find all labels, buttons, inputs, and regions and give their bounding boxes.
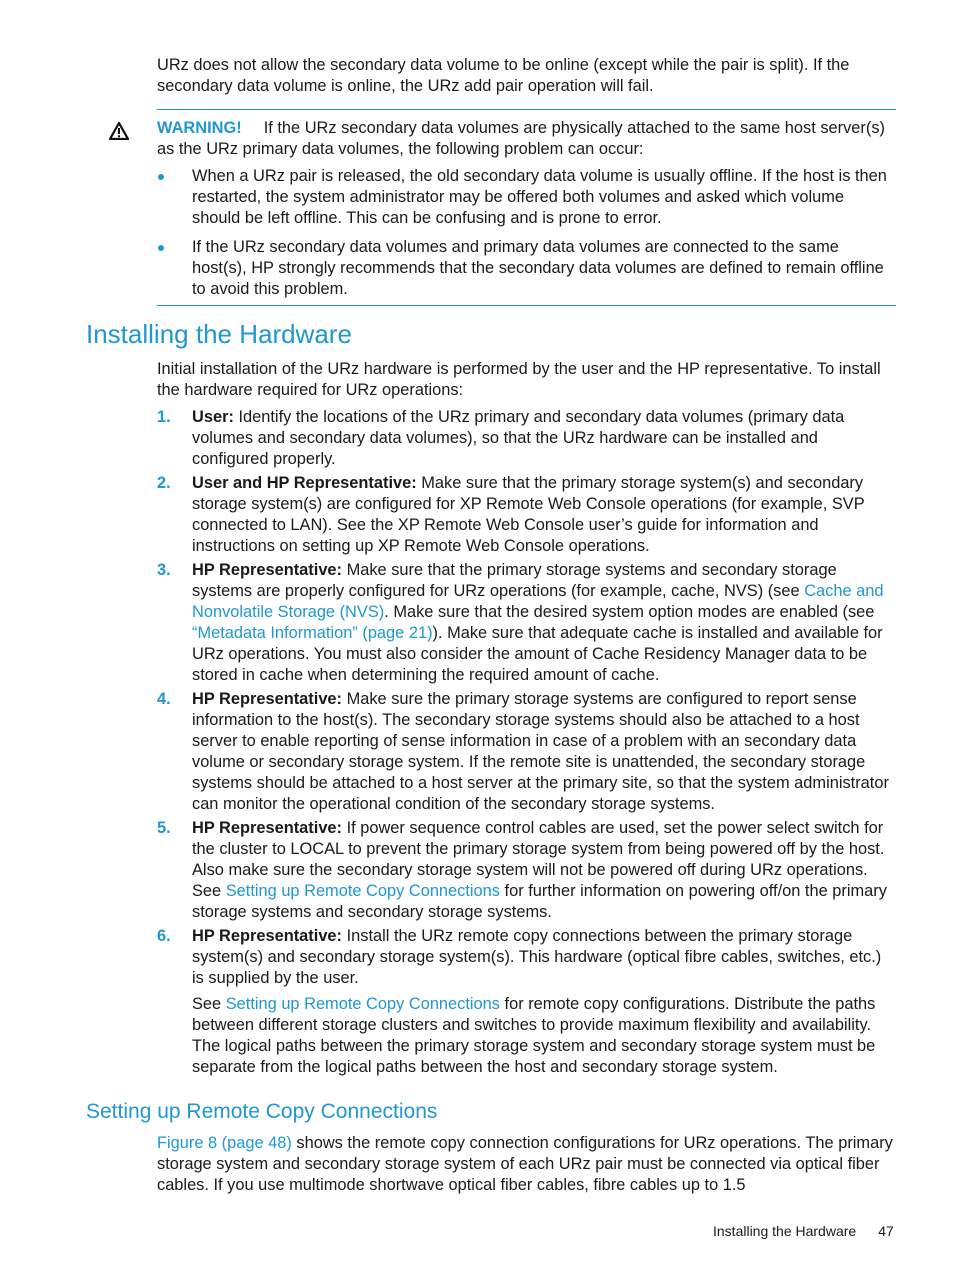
step-item: 2. User and HP Representative: Make sure…	[157, 474, 865, 555]
warning-bullet-list: When a URz pair is released, the old sec…	[157, 166, 896, 300]
bullet-icon	[158, 174, 164, 180]
page-footer: Installing the Hardware 47	[713, 1222, 894, 1240]
list-item: When a URz pair is released, the old sec…	[157, 166, 896, 229]
section-intro: Initial installation of the URz hardware…	[157, 360, 881, 399]
remote-copy-connections-link[interactable]: Setting up Remote Copy Connections	[226, 882, 500, 900]
intro-paragraph: URz does not allow the secondary data vo…	[157, 56, 850, 95]
step-item: 4. HP Representative: Make sure the prim…	[157, 690, 889, 813]
document-page: URz does not allow the secondary data vo…	[0, 0, 954, 1271]
step-item: 1. User: Identify the locations of the U…	[157, 408, 845, 468]
step-item: 6. HP Representative: Install the URz re…	[157, 926, 897, 1078]
page-number: 47	[878, 1223, 894, 1239]
step-note: See Setting up Remote Copy Connections f…	[192, 995, 876, 1076]
metadata-information-link[interactable]: “Metadata Information” (page 21)	[192, 624, 433, 642]
section-heading: Installing the Hardware	[86, 319, 352, 349]
bullet-icon	[158, 245, 164, 251]
footer-section-title: Installing the Hardware	[713, 1223, 857, 1239]
step-item: 5. HP Representative: If power sequence …	[157, 819, 887, 921]
installation-steps: 1. User: Identify the locations of the U…	[157, 407, 897, 1081]
remote-copy-connections-link[interactable]: Setting up Remote Copy Connections	[226, 995, 500, 1013]
warning-callout: WARNING! If the URz secondary data volume…	[109, 109, 896, 306]
step-item: 3. HP Representative: Make sure that the…	[157, 561, 884, 684]
warning-triangle-icon	[109, 122, 129, 140]
subsection-heading: Setting up Remote Copy Connections	[86, 1100, 438, 1123]
warning-text: WARNING! If the URz secondary data volume…	[157, 119, 885, 158]
warning-label: WARNING!	[157, 119, 242, 137]
list-item: If the URz secondary data volumes and pr…	[157, 237, 896, 300]
figure-8-link[interactable]: Figure 8 (page 48)	[157, 1134, 292, 1152]
subsection-paragraph: Figure 8 (page 48) shows the remote copy…	[157, 1134, 893, 1194]
